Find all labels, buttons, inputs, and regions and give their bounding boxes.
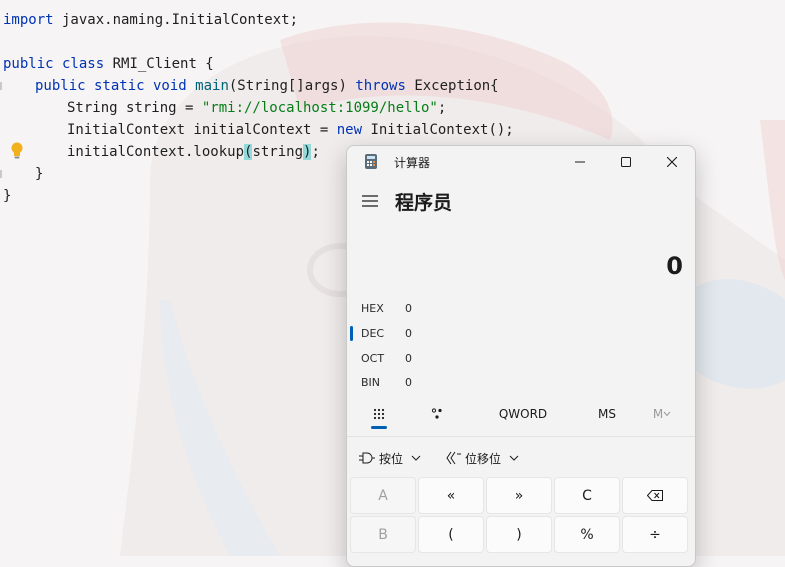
programmer-toolbar: QWORD MS M — [347, 398, 695, 434]
key-clear[interactable]: C — [554, 477, 620, 514]
maximize-icon — [621, 157, 631, 167]
lightbulb-icon[interactable] — [9, 141, 25, 161]
chevron-down-icon — [411, 455, 421, 461]
maximize-button[interactable] — [603, 146, 649, 178]
key-percent[interactable]: % — [554, 516, 620, 553]
radix-label: BIN — [361, 376, 381, 389]
bitwise-label: 按位 — [379, 451, 404, 466]
bitwise-dropdown[interactable]: 按位 — [359, 444, 421, 472]
radix-value: 0 — [405, 327, 412, 340]
keypad-grid-icon — [373, 408, 385, 420]
radix-label: HEX — [361, 302, 384, 315]
chevron-down-icon — [663, 411, 671, 417]
key-b[interactable]: B — [350, 516, 416, 553]
code-line-6: InitialContext initialContext = new Init… — [67, 122, 514, 138]
memory-menu-button[interactable]: M — [647, 398, 677, 430]
code-line-7: initialContext.lookup(string); — [67, 144, 320, 160]
bitshift-dropdown[interactable]: 位移位 — [445, 444, 519, 472]
toolbar-divider — [347, 436, 695, 437]
bit-shift-icon — [446, 451, 461, 465]
result-display: 0 — [666, 252, 683, 280]
minimize-button[interactable] — [557, 146, 603, 178]
hamburger-menu-icon[interactable] — [361, 194, 379, 208]
code-line-4: public static void main(String[]args) th… — [35, 78, 499, 94]
memory-store-button[interactable]: MS — [587, 398, 627, 430]
bitwise-row: 按位 位移位 — [347, 444, 695, 472]
window-title: 计算器 — [394, 156, 431, 170]
calculator-app-icon — [365, 154, 377, 169]
code-line-1: import javax.naming.InitialContext; — [3, 12, 299, 28]
radix-row-dec[interactable]: DEC 0 — [347, 322, 695, 346]
gutter-fold-marker — [0, 170, 2, 178]
gutter-fold-marker — [0, 82, 2, 90]
code-line-8: } — [35, 166, 44, 182]
key-right-shift[interactable]: » — [486, 477, 552, 514]
radix-row-bin[interactable]: BIN 0 — [347, 371, 695, 395]
memory-menu-label: M — [652, 407, 664, 421]
radix-value: 0 — [405, 376, 412, 389]
bit-toggle-keypad-button[interactable] — [419, 398, 455, 430]
key-backspace[interactable] — [622, 477, 688, 514]
chevron-down-icon — [509, 455, 519, 461]
calculator-window[interactable]: 计算器 程序员 0 HEX 0 DEC 0 OCT 0 BIN 0 QWORD … — [346, 145, 696, 567]
radix-label: OCT — [361, 352, 385, 365]
selected-radix-indicator — [350, 326, 353, 341]
key-close-paren[interactable]: ) — [486, 516, 552, 553]
bitshift-label: 位移位 — [465, 451, 502, 466]
minimize-icon — [575, 161, 585, 163]
bit-toggle-icon — [431, 408, 442, 419]
calculator-titlebar[interactable]: 计算器 — [347, 146, 695, 178]
key-divide[interactable]: ÷ — [622, 516, 688, 553]
radix-label: DEC — [361, 327, 385, 340]
backspace-icon — [647, 490, 663, 501]
key-a[interactable]: A — [350, 477, 416, 514]
close-icon — [667, 157, 677, 167]
active-tab-underline — [371, 426, 387, 429]
word-size-button[interactable]: QWORD — [493, 398, 553, 430]
key-left-shift[interactable]: « — [418, 477, 484, 514]
radix-row-oct[interactable]: OCT 0 — [347, 347, 695, 371]
radix-row-hex[interactable]: HEX 0 — [347, 297, 695, 321]
code-line-5: String string = "rmi://localhost:1099/he… — [67, 100, 447, 116]
close-button[interactable] — [649, 146, 695, 178]
logic-gate-icon — [359, 452, 375, 464]
radix-value: 0 — [405, 352, 412, 365]
mode-title: 程序员 — [395, 192, 453, 214]
code-line-3: public class RMI_Client { — [3, 56, 214, 72]
code-line-9: } — [3, 188, 12, 204]
radix-value: 0 — [405, 302, 412, 315]
key-open-paren[interactable]: ( — [418, 516, 484, 553]
